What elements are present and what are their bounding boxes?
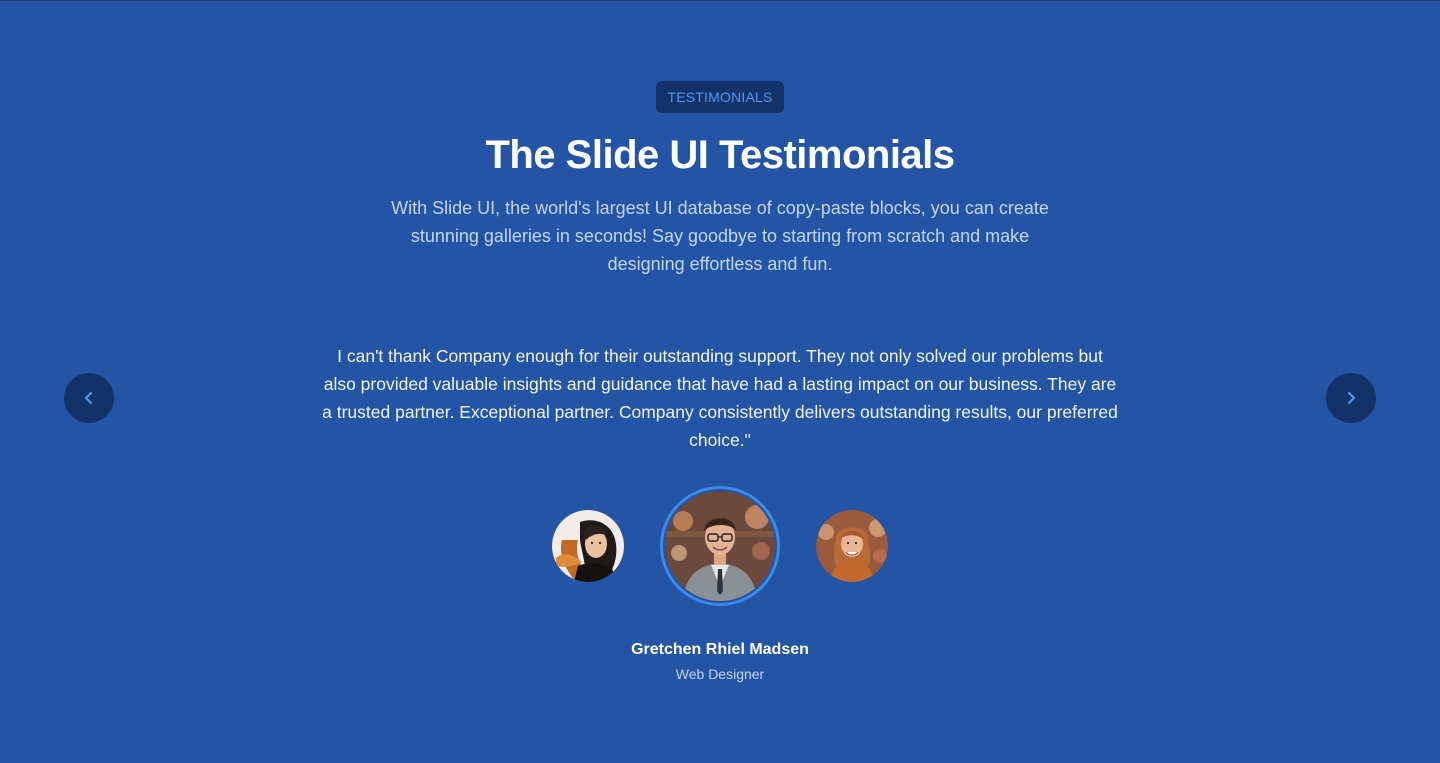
next-button[interactable]: [1326, 373, 1376, 423]
testimonial-author-name: Gretchen Rhiel Madsen: [631, 641, 809, 658]
chevron-left-icon: [82, 391, 96, 405]
chevron-right-icon: [1344, 391, 1358, 405]
section-subtitle: With Slide UI, the world's largest UI da…: [391, 198, 1049, 274]
avatar-next[interactable]: [816, 510, 888, 582]
section-badge: TESTIMONIALS: [656, 81, 784, 113]
testimonial-author-role: Web Designer: [675, 666, 765, 682]
testimonial-quote: I can't thank Company enough for their o…: [322, 346, 1118, 450]
avatar-active[interactable]: [660, 486, 780, 606]
avatar-previous[interactable]: [552, 510, 624, 582]
previous-button[interactable]: [64, 373, 114, 423]
section-title: The Slide UI Testimonials: [485, 133, 955, 177]
testimonials-section: TESTIMONIALS The Slide UI Testimonials W…: [0, 0, 1440, 763]
